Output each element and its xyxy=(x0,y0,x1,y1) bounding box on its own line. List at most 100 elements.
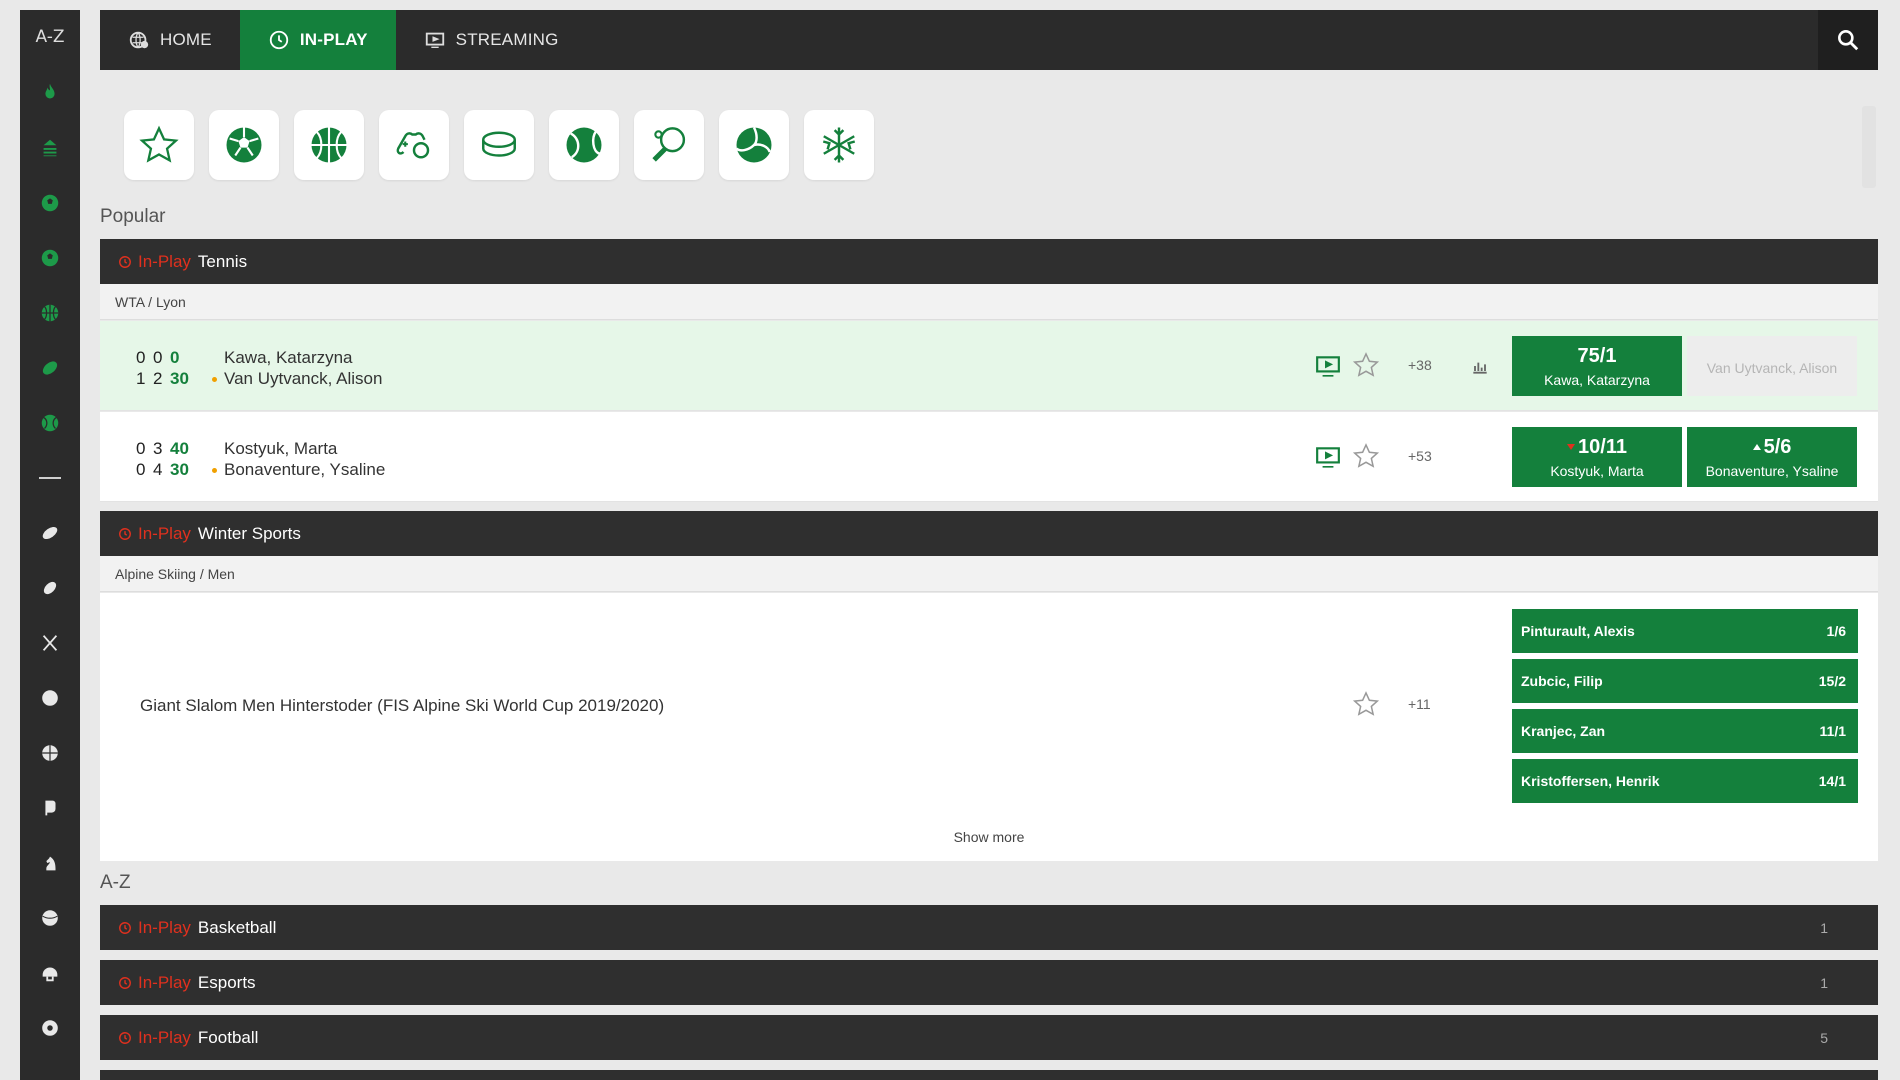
filter-favourites[interactable] xyxy=(124,110,194,180)
tab-home[interactable]: HOME xyxy=(100,10,240,70)
league-header[interactable]: WTA / Lyon xyxy=(100,284,1878,320)
favourite-star-icon[interactable] xyxy=(1352,442,1380,470)
filter-basketball[interactable] xyxy=(294,110,364,180)
divider xyxy=(39,476,61,479)
games-score: 3 xyxy=(153,439,163,458)
rail-trending[interactable] xyxy=(20,65,80,120)
filter-volleyball[interactable] xyxy=(719,110,789,180)
show-more-link[interactable]: Show more xyxy=(100,829,1878,845)
favourite-star-icon[interactable] xyxy=(1352,351,1380,379)
american-football-icon xyxy=(42,526,58,539)
section-a-z: A-Z xyxy=(100,872,131,893)
favourite-star-icon[interactable] xyxy=(1352,690,1380,718)
odds-drifting-arrow-icon xyxy=(1567,444,1576,450)
rail-badminton[interactable] xyxy=(20,615,80,670)
odds-button-home[interactable]: 10/11 Kostyuk, Marta xyxy=(1512,427,1682,487)
rail-basketball-alt[interactable] xyxy=(20,725,80,780)
group-header-esports[interactable]: In-Play Esports 1 xyxy=(100,960,1878,1005)
rail-cycling[interactable] xyxy=(20,945,80,1000)
sport-filter-bar xyxy=(124,110,874,180)
in-play-label: In-Play xyxy=(138,523,191,543)
match-row[interactable]: 0 0 0 1 2 30 Kawa, Katarzyna Van Uytvanc… xyxy=(100,321,1878,411)
outright-selection-button[interactable]: Kranjec, Zan 11/1 xyxy=(1512,709,1858,753)
clock-icon xyxy=(269,30,288,50)
globe-icon xyxy=(129,31,149,49)
rail-upcoming[interactable] xyxy=(20,120,80,175)
group-sport-name: Winter Sports xyxy=(197,523,301,543)
league-header[interactable]: Alpine Skiing / Men xyxy=(100,556,1878,592)
rail-cricket[interactable] xyxy=(20,890,80,945)
rail-baseball[interactable] xyxy=(20,670,80,725)
football-icon xyxy=(41,194,59,211)
rail-aussie-rules[interactable] xyxy=(20,560,80,615)
odds-button-home[interactable]: 75/1 Kawa, Katarzyna xyxy=(1512,336,1682,396)
live-stream-icon[interactable] xyxy=(1315,444,1341,470)
player-name: Van Uytvanck, Alison xyxy=(224,369,383,388)
odds-price-wrap: 10/11 xyxy=(1567,436,1627,459)
sets-score: 0 xyxy=(136,348,146,367)
group-header-tennis[interactable]: In-Play Tennis xyxy=(100,239,1878,284)
rail-football[interactable] xyxy=(20,175,80,230)
points-score: 30 xyxy=(170,369,189,388)
group-sport-name: Esports xyxy=(197,972,256,992)
player-name: Kawa, Katarzyna xyxy=(224,348,353,367)
more-markets-count[interactable]: +53 xyxy=(1408,448,1432,464)
filter-esports[interactable] xyxy=(379,110,449,180)
serve-indicator xyxy=(212,377,217,382)
rail-chess[interactable] xyxy=(20,835,80,890)
event-title[interactable]: Giant Slalom Men Hinterstoder (FIS Alpin… xyxy=(140,696,664,716)
filter-football[interactable] xyxy=(209,110,279,180)
crossed-sticks-icon xyxy=(42,634,58,651)
group-header-winter-sports[interactable]: In-Play Winter Sports xyxy=(100,511,1878,556)
sets-score: 0 xyxy=(136,460,146,479)
live-stream-icon[interactable] xyxy=(1315,353,1341,379)
filter-scroll-handle[interactable] xyxy=(1862,106,1876,188)
rail-az[interactable]: A-Z xyxy=(20,10,80,65)
more-markets-count[interactable]: +38 xyxy=(1408,357,1432,373)
points-score: 40 xyxy=(170,439,189,458)
group-header-basketball[interactable]: In-Play Basketball 1 xyxy=(100,905,1878,950)
basketball-icon xyxy=(42,744,58,761)
games-score: 0 xyxy=(153,348,163,367)
outright-event-card: Giant Slalom Men Hinterstoder (FIS Alpin… xyxy=(100,593,1878,861)
more-markets-count[interactable]: +11 xyxy=(1408,696,1431,712)
rail-tennis[interactable] xyxy=(20,395,80,450)
rail-football-alt[interactable] xyxy=(20,230,80,285)
group-header-next[interactable] xyxy=(100,1070,1878,1080)
games-score: 2 xyxy=(153,369,163,388)
rail-rugby[interactable] xyxy=(20,340,80,395)
serve-indicator xyxy=(212,468,217,473)
outright-selection-button[interactable]: Pinturault, Alexis 1/6 xyxy=(1512,609,1858,653)
clock-icon xyxy=(119,921,131,934)
event-count: 1 xyxy=(1820,974,1828,991)
games-score: 4 xyxy=(153,460,163,479)
group-sport-name: Basketball xyxy=(197,917,277,937)
rail-boxing[interactable] xyxy=(20,780,80,835)
odds-price: 75/1 xyxy=(1577,344,1617,367)
clock-icon xyxy=(119,976,131,989)
stats-bar-icon[interactable] xyxy=(1470,356,1490,376)
search-button[interactable] xyxy=(1818,10,1878,70)
tab-streaming[interactable]: STREAMING xyxy=(396,10,587,70)
rail-basketball[interactable] xyxy=(20,285,80,340)
odds-selection: Van Uytvanck, Alison xyxy=(1706,360,1838,376)
odds-selection: Kostyuk, Marta xyxy=(1550,462,1644,479)
match-row[interactable]: 0 3 40 0 4 30 Kostyuk, Marta Bonaventure… xyxy=(100,412,1878,502)
odds-button-away-suspended[interactable]: Van Uytvanck, Alison xyxy=(1687,336,1857,396)
tab-in-play[interactable]: IN-PLAY xyxy=(239,10,396,70)
filter-tennis[interactable] xyxy=(549,110,619,180)
rail-american-football[interactable] xyxy=(20,505,80,560)
screen-icon xyxy=(425,32,444,49)
filter-winter-sports[interactable] xyxy=(804,110,874,180)
outright-selection-button[interactable]: Kristoffersen, Henrik 14/1 xyxy=(1512,759,1858,803)
outright-selection-button[interactable]: Zubcic, Filip 15/2 xyxy=(1512,659,1858,703)
filter-table-tennis[interactable] xyxy=(634,110,704,180)
top-nav: HOME IN-PLAY STREAMING xyxy=(100,10,1878,70)
sport-rail: A-Z xyxy=(20,10,80,1080)
odds-button-away[interactable]: 5/6 Bonaventure, Ysaline xyxy=(1687,427,1857,487)
in-play-label: In-Play xyxy=(138,917,191,937)
rail-darts[interactable] xyxy=(20,1000,80,1055)
odds-price-wrap: 5/6 xyxy=(1752,436,1791,459)
group-header-football[interactable]: In-Play Football 5 xyxy=(100,1015,1878,1060)
filter-ice-hockey[interactable] xyxy=(464,110,534,180)
